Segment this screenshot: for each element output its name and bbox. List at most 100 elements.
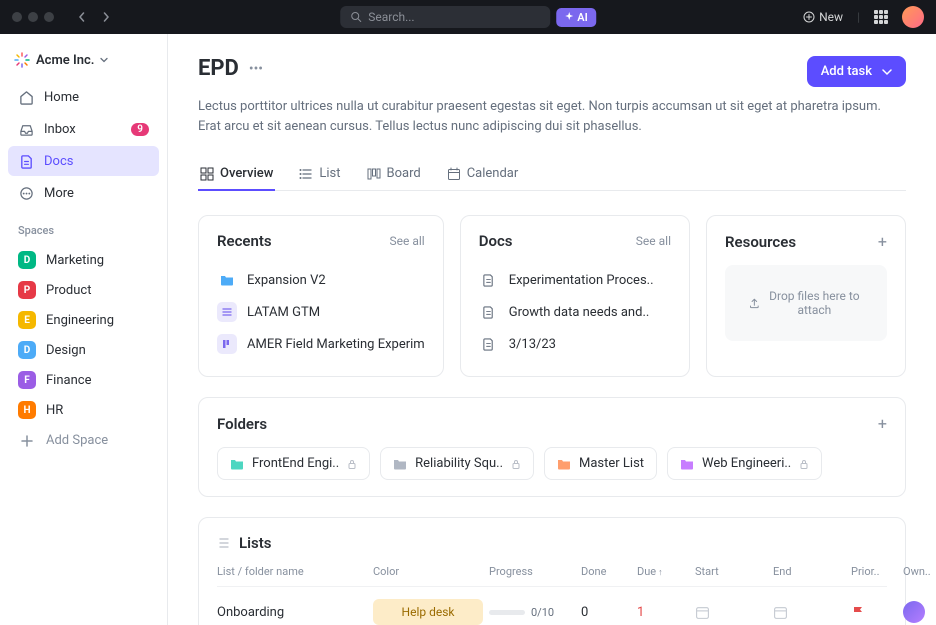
add-resource-button[interactable]: + — [878, 232, 887, 251]
recent-item[interactable]: Expansion V2 — [217, 264, 425, 296]
sparkle-icon — [564, 12, 574, 22]
end-date[interactable] — [773, 605, 845, 620]
resources-title: Resources — [725, 233, 796, 251]
col-priority[interactable]: Prior.. — [851, 565, 897, 578]
folders-title: Folders — [217, 415, 267, 433]
folder-chip[interactable]: Reliability Squ.. — [380, 447, 534, 480]
add-space-button[interactable]: Add Space — [8, 427, 159, 454]
doc-item[interactable]: Experimentation Proces.. — [479, 264, 671, 296]
list-icon — [217, 302, 237, 322]
space-item[interactable]: F Finance — [8, 365, 159, 395]
list-icon — [299, 167, 313, 181]
item-label: LATAM GTM — [247, 305, 320, 320]
folder-icon — [230, 457, 244, 471]
inbox-icon — [18, 121, 34, 137]
col-end[interactable]: End — [773, 565, 845, 578]
space-item[interactable]: DMarketing — [8, 245, 159, 275]
folder-chip[interactable]: FrontEnd Engi.. — [217, 447, 370, 480]
workspace-switcher[interactable]: Acme Inc. — [8, 48, 159, 72]
col-color[interactable]: Color — [373, 565, 483, 578]
col-start[interactable]: Start — [695, 565, 767, 578]
col-due[interactable]: Due↑ — [637, 565, 689, 578]
folder-label: FrontEnd Engi.. — [252, 456, 339, 471]
search-placeholder: Search... — [368, 10, 414, 24]
add-task-button[interactable]: Add task — [807, 56, 906, 87]
apps-icon[interactable] — [874, 10, 888, 24]
nav-inbox[interactable]: Inbox 9 — [8, 114, 159, 144]
col-done[interactable]: Done — [581, 565, 631, 578]
owner-avatar[interactable] — [903, 601, 925, 623]
doc-item[interactable]: 3/13/23 — [479, 328, 671, 360]
space-name: HR — [46, 403, 63, 418]
space-item[interactable]: EEngineering — [8, 305, 159, 335]
space-name: Finance — [46, 373, 91, 388]
top-right: New | — [803, 6, 924, 28]
space-icon: H — [18, 401, 36, 419]
lists-title: Lists — [239, 534, 271, 552]
add-folder-button[interactable]: + — [878, 414, 887, 433]
start-date[interactable] — [695, 605, 767, 620]
space-item[interactable]: DDesign — [8, 335, 159, 365]
folder-chip[interactable]: Master List — [544, 447, 657, 480]
folder-label: Web Engineeri.. — [702, 456, 791, 471]
plus-circle-icon — [803, 11, 815, 23]
view-tabs: Overview List Board Calendar — [198, 158, 906, 191]
drag-icon[interactable] — [217, 536, 231, 550]
nav-home[interactable]: Home — [8, 82, 159, 112]
item-label: Experimentation Proces.. — [509, 273, 654, 288]
minimize-window-icon[interactable] — [28, 12, 38, 22]
col-owner[interactable]: Own.. — [903, 565, 936, 578]
user-avatar[interactable] — [902, 6, 924, 28]
logo-icon — [14, 52, 30, 68]
chevron-down-icon — [882, 67, 892, 77]
docs-see-all[interactable]: See all — [636, 234, 671, 248]
folder-label: Master List — [579, 456, 644, 471]
tab-board[interactable]: Board — [365, 158, 423, 191]
nav-docs[interactable]: Docs — [8, 146, 159, 176]
folder-icon — [217, 270, 237, 290]
priority-flag-icon[interactable] — [851, 605, 897, 619]
lock-icon — [511, 459, 521, 469]
nav-label: Inbox — [44, 122, 76, 137]
inbox-badge: 9 — [131, 123, 149, 136]
page-description: Lectus porttitor ultrices nulla ut curab… — [198, 97, 898, 136]
doc-item[interactable]: Growth data needs and.. — [479, 296, 671, 328]
recent-item[interactable]: LATAM GTM — [217, 296, 425, 328]
drop-zone[interactable]: Drop files here to attach — [725, 265, 887, 341]
forward-button[interactable] — [96, 7, 116, 27]
col-progress[interactable]: Progress — [489, 565, 575, 578]
space-icon: D — [18, 251, 36, 269]
tab-calendar[interactable]: Calendar — [445, 158, 521, 191]
close-window-icon[interactable] — [12, 12, 22, 22]
item-label: Growth data needs and.. — [509, 305, 650, 320]
back-button[interactable] — [72, 7, 92, 27]
space-icon: P — [18, 281, 36, 299]
page-actions-button[interactable]: ••• — [249, 61, 263, 77]
space-item[interactable]: H HR — [8, 395, 159, 425]
col-name[interactable]: List / folder name — [217, 565, 367, 578]
calendar-icon — [447, 167, 461, 181]
main-content: EPD ••• Add task Lectus porttitor ultric… — [168, 34, 936, 625]
overview-icon — [200, 167, 214, 181]
maximize-window-icon[interactable] — [44, 12, 54, 22]
tab-list[interactable]: List — [297, 158, 342, 191]
item-label: 3/13/23 — [509, 337, 556, 352]
recents-see-all[interactable]: See all — [390, 234, 425, 248]
table-row[interactable]: Onboarding Help desk 0/10 0 1 ••• — [217, 586, 887, 625]
progress-cell: 0/10 — [489, 606, 575, 619]
folder-icon — [393, 457, 407, 471]
recent-item[interactable]: AMER Field Marketing Experim — [217, 328, 425, 360]
color-chip[interactable]: Help desk — [373, 599, 483, 625]
nav-label: More — [44, 186, 74, 201]
search-input[interactable]: Search... — [340, 6, 550, 28]
folder-chip[interactable]: Web Engineeri.. — [667, 447, 822, 480]
nav-more[interactable]: More — [8, 178, 159, 208]
ai-button[interactable]: AI — [556, 8, 596, 27]
new-button[interactable]: New — [803, 10, 843, 24]
space-icon: F — [18, 371, 36, 389]
space-item[interactable]: PProduct — [8, 275, 159, 305]
doc-icon — [479, 270, 499, 290]
folder-icon — [680, 457, 694, 471]
tab-overview[interactable]: Overview — [198, 158, 275, 191]
item-label: AMER Field Marketing Experim — [247, 337, 425, 352]
